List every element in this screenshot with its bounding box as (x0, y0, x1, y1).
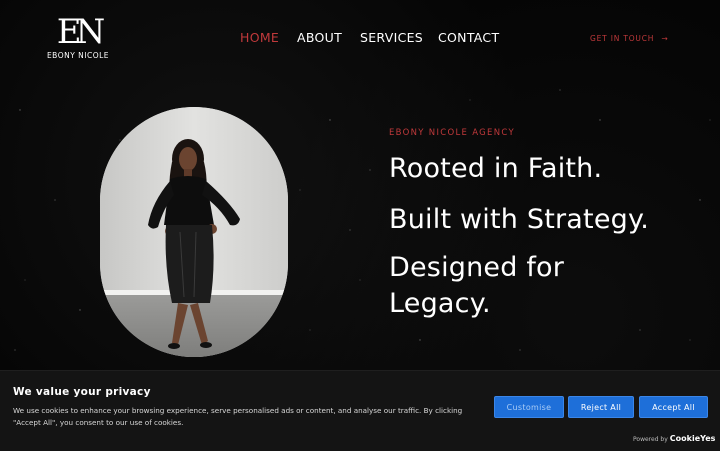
get-in-touch-link[interactable]: GET IN TOUCH → (590, 34, 668, 43)
get-in-touch-label: GET IN TOUCH (590, 34, 655, 43)
headline-line-1: Rooted in Faith. (389, 153, 603, 184)
cookie-consent-banner: We value your privacy We use cookies to … (0, 370, 720, 451)
cookieyes-logo: CookieYes (669, 434, 716, 443)
cookie-description: We use cookies to enhance your browsing … (13, 406, 463, 427)
agency-eyebrow: EBONY NICOLE AGENCY (389, 128, 515, 138)
powered-by-cookieyes[interactable]: Powered by CookieYes (633, 434, 715, 443)
logo-wordmark: EBONY NICOLE (46, 51, 110, 60)
nav-item-home[interactable]: HOME (240, 30, 279, 45)
nav-item-contact[interactable]: CONTACT (438, 30, 499, 45)
nav-item-services[interactable]: SERVICES (360, 30, 423, 45)
cookie-title: We value your privacy (13, 386, 151, 398)
accept-all-button[interactable]: Accept All (639, 396, 708, 418)
arrow-right-icon: → (661, 34, 669, 43)
powered-by-label: Powered by (633, 436, 668, 443)
portrait-photo (100, 107, 288, 357)
headline-line-2: Built with Strategy. (389, 204, 650, 235)
woman-figure-illustration (148, 139, 240, 349)
headline-line-4: Legacy. (389, 288, 491, 319)
reject-all-button[interactable]: Reject All (568, 396, 634, 418)
headline-line-3: Designed for (389, 252, 565, 283)
customise-button[interactable]: Customise (494, 396, 564, 418)
nav-item-about[interactable]: ABOUT (297, 30, 342, 45)
